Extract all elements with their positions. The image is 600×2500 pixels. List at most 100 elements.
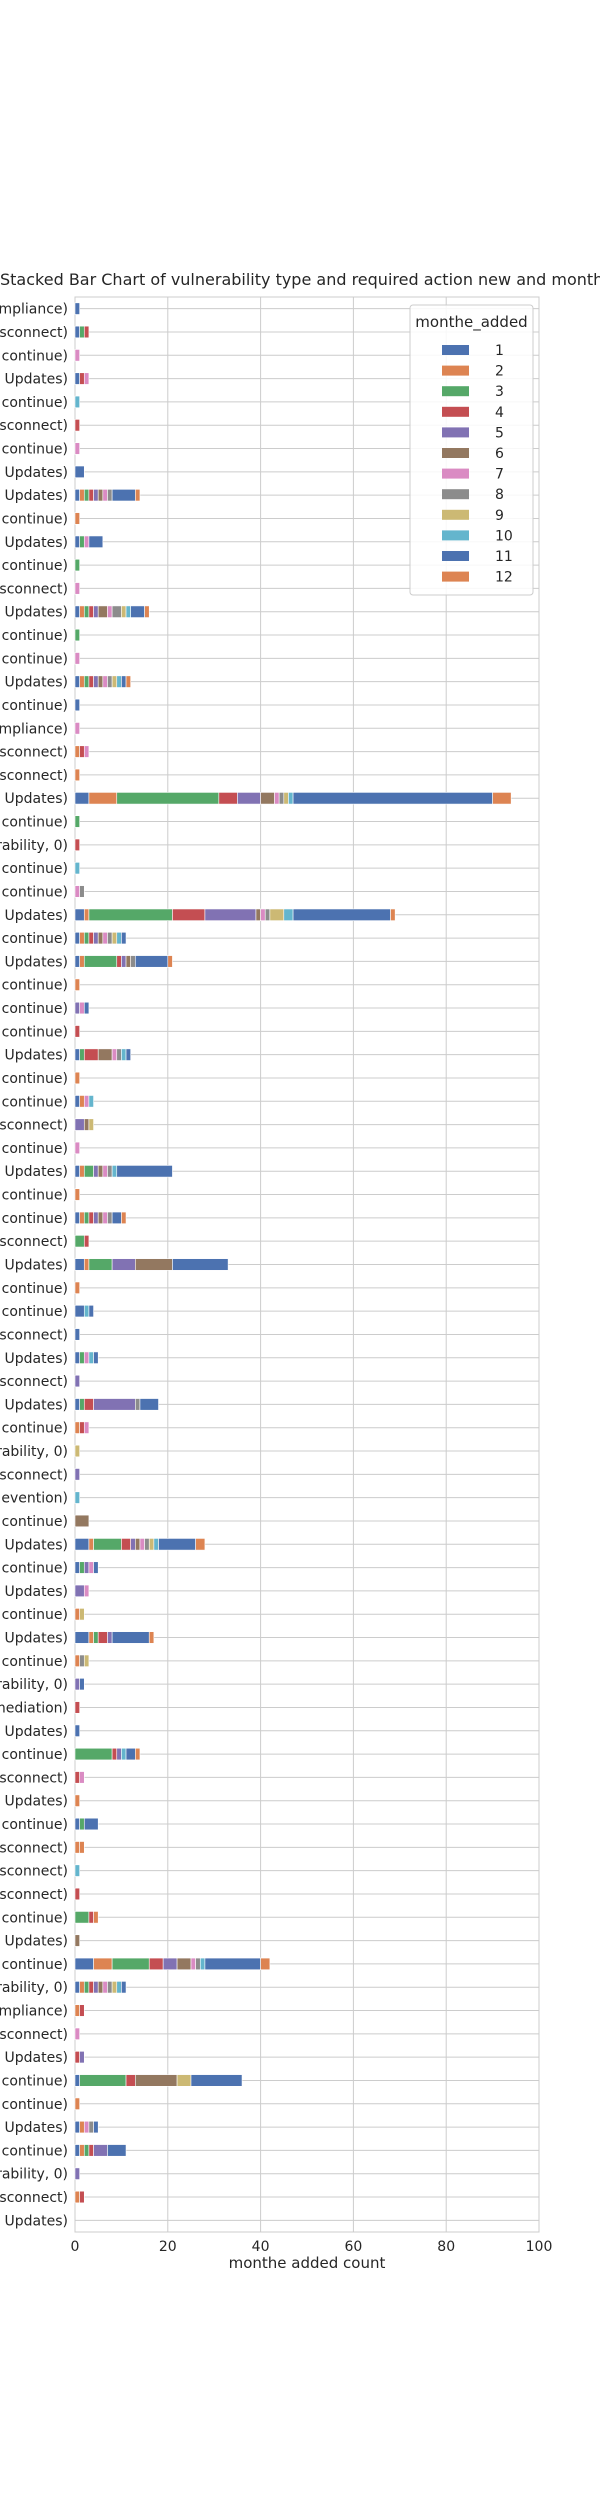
legend-label: 12 (495, 570, 513, 586)
bar-segment (158, 1538, 196, 1551)
bar-segment (93, 931, 99, 945)
bar-segment (74, 1165, 80, 1178)
bar-segment (74, 1864, 80, 1877)
bar-segment (74, 1934, 80, 1947)
bar-segment (83, 605, 90, 618)
bar-segment (74, 302, 80, 315)
bar-segment (74, 349, 80, 362)
y-tick-label: Updates) (5, 1584, 68, 1600)
y-tick-label: sconnect) (0, 1840, 68, 1856)
legend-label: 4 (495, 405, 504, 421)
bar-segment (74, 955, 80, 968)
bar-segment (74, 2167, 80, 2180)
bar-segment (88, 1538, 94, 1551)
bar-segment (79, 372, 85, 385)
x-tick-label: 40 (252, 2239, 270, 2255)
bar-segment (264, 908, 271, 921)
y-tick-label: continue) (2, 558, 68, 574)
x-tick-label: 80 (437, 2239, 455, 2255)
bar-segment (130, 605, 145, 618)
y-tick-label: continue) (2, 978, 68, 994)
bar-segment (93, 675, 99, 688)
bar-segment (74, 535, 80, 548)
bar-segment (107, 1631, 113, 1644)
bar-segment (93, 1561, 99, 1574)
y-tick-label: continue) (2, 1141, 68, 1157)
bar-segment (130, 955, 136, 968)
bar-segment (74, 1421, 80, 1434)
bar-segment (74, 558, 80, 572)
legend-swatch (442, 551, 469, 561)
y-tick-label: continue) (2, 1094, 68, 1110)
y-tick-label: sconnect) (0, 1467, 68, 1483)
bar-segment (74, 908, 85, 921)
bar-segment (88, 1304, 94, 1318)
bar-segment (74, 1724, 80, 1737)
bar-segment (111, 1981, 118, 1994)
legend-swatch (442, 345, 469, 355)
bar-segment (130, 1538, 136, 1551)
bar-segment (79, 1678, 85, 1691)
bar-segment (74, 1001, 80, 1015)
bar-segment (79, 745, 85, 758)
legend-label: 3 (495, 384, 504, 400)
bar-segment (74, 1491, 80, 1504)
bar-segment (121, 675, 127, 688)
bar-segment (74, 1817, 80, 1831)
bar-segment (111, 1211, 122, 1225)
bar-segment (74, 628, 80, 642)
bar-segment (172, 1258, 229, 1271)
bar-segment (83, 1165, 94, 1178)
bar-segment (83, 1398, 94, 1411)
bar-segment (125, 605, 131, 618)
y-tick-label: continue) (2, 1071, 68, 1087)
bar-segment (88, 1095, 94, 1108)
bar-segment (288, 792, 294, 805)
bar-segment (88, 1351, 94, 1364)
bar-segment (74, 2004, 80, 2017)
bar-segment (74, 325, 80, 339)
bar-segment (74, 1304, 85, 1318)
y-tick-label: continue) (2, 1607, 68, 1623)
bar-segment (148, 1631, 155, 1644)
bar-segment (97, 489, 104, 502)
bar-segment (162, 1957, 178, 1971)
legend-label: 11 (495, 549, 513, 565)
bar-segment (83, 1211, 90, 1225)
bar-segment (74, 1654, 80, 1667)
bar-segment (144, 605, 150, 618)
bar-segment (93, 1165, 99, 1178)
bar-segment (74, 1118, 85, 1131)
y-tick-label: rability, 0) (0, 838, 68, 854)
bar-segment (278, 792, 285, 805)
bar-segment (74, 698, 80, 712)
y-tick-label: continue) (2, 1817, 68, 1833)
bar-segment (116, 1165, 173, 1178)
y-tick-label: Updates) (5, 2120, 68, 2136)
y-tick-label: Updates) (5, 2213, 68, 2229)
x-tick-label: 0 (71, 2239, 80, 2255)
bar-segment (74, 1444, 80, 1458)
bar-segment (79, 605, 85, 618)
bar-segment (74, 1235, 85, 1248)
bar-segment (116, 931, 122, 945)
bar-segment (74, 1374, 80, 1388)
bar-segment (74, 1398, 80, 1411)
y-tick-label: sconnect) (0, 1864, 68, 1880)
bar-segment (93, 1538, 122, 1551)
bar-segment (83, 955, 118, 968)
bar-segment (79, 1841, 85, 1854)
y-tick-label: Updates) (5, 1537, 68, 1553)
y-tick-label: rability, 0) (0, 2167, 68, 2183)
bar-segment (116, 955, 122, 968)
legend-swatch (442, 448, 469, 458)
y-tick-label: Updates) (5, 535, 68, 551)
bar-segment (93, 489, 99, 502)
bar-segment (111, 489, 136, 502)
y-tick-label: rability, 0) (0, 1444, 68, 1460)
bar-segment (83, 1351, 90, 1364)
bar-segment (79, 931, 85, 945)
bar-segment (74, 395, 80, 409)
y-tick-label: Updates) (5, 605, 68, 621)
bar-segment (74, 745, 80, 758)
